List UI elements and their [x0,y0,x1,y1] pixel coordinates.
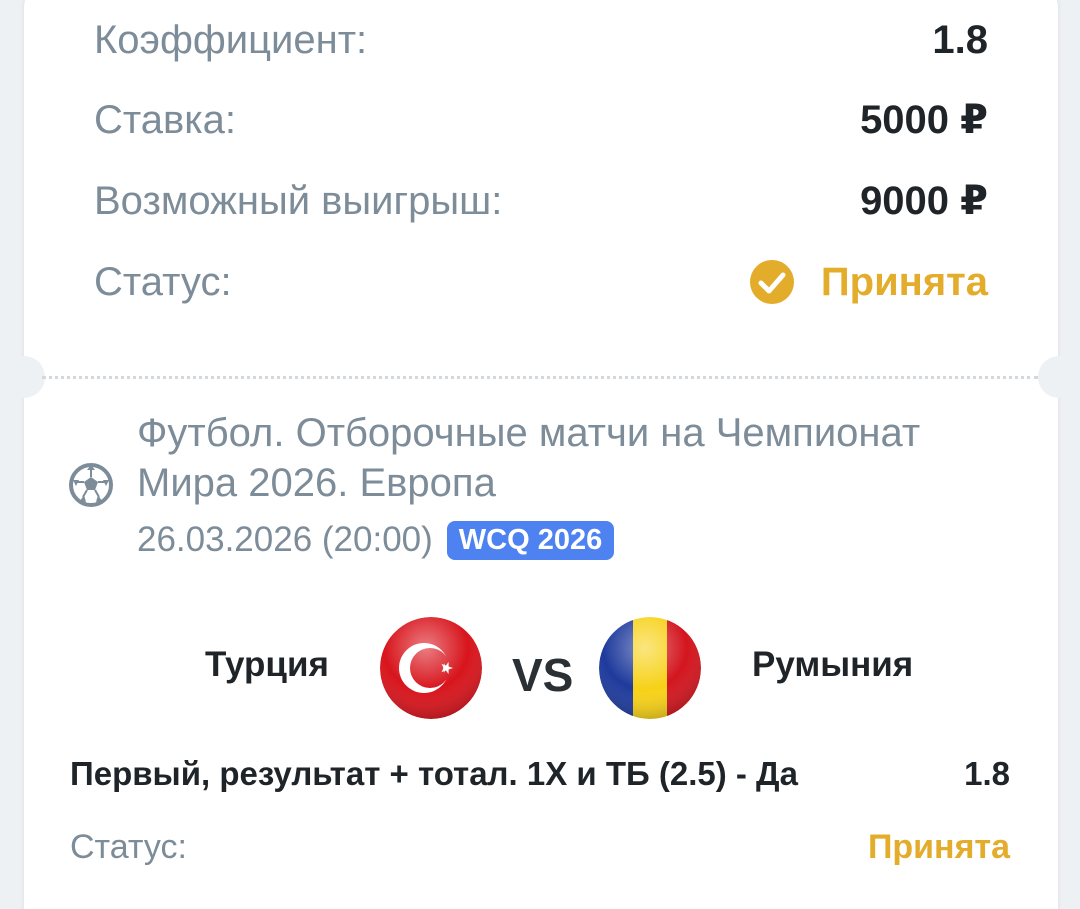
odds-value: 1.8 [932,17,988,62]
odds-row: Коэффициент: 1.8 [94,10,988,70]
turkey-flag-icon [380,617,482,719]
event-title-line1: Футбол. Отборочные матчи на Чемпионат [137,411,921,455]
bet-selection-row: Первый, результат + тотал. 1X и ТБ (2.5)… [70,755,1010,793]
soccer-ball-icon [69,463,113,507]
stake-value: 5000 ₽ [860,98,988,142]
payout-row: Возможный выигрыш: 9000 ₽ [94,171,988,231]
bet-status-value: Принята [867,828,1010,866]
event-title-line2: Мира 2026. Европа [137,461,496,505]
stake-row: Ставка: 5000 ₽ [94,90,988,150]
ticket-notch-left [3,356,45,398]
bet-status-row: Статус: Принята [70,828,1010,867]
check-circle-icon [749,260,794,304]
bet-description: Первый, результат + тотал. 1X и ТБ (2.5)… [70,755,798,792]
event-datetime: 26.03.2026 (20:00) [137,520,433,559]
ticket-notch-right [1038,356,1080,398]
status-label: Статус: [94,259,232,304]
home-team-name: Турция [205,645,329,684]
tournament-badge: WCQ 2026 [446,520,615,560]
payout-value: 9000 ₽ [860,179,988,223]
status-value: Принята [749,259,988,305]
status-text: Принята [820,259,988,304]
odds-label: Коэффициент: [94,17,368,62]
event-date-row: 26.03.2026 (20:00) WCQ 2026 [137,520,615,560]
romania-flag-icon [599,617,701,719]
payout-label: Возможный выигрыш: [94,178,503,223]
away-team-name: Румыния [752,645,914,684]
event-title: Футбол. Отборочные матчи на Чемпионат Ми… [137,408,1037,508]
bet-status-label: Статус: [70,828,187,866]
bet-odds: 1.8 [964,755,1010,792]
ticket-divider [42,376,1038,379]
versus-label: VS [512,649,574,701]
status-row: Статус: Принята [94,252,988,312]
stake-label: Ставка: [94,97,236,142]
